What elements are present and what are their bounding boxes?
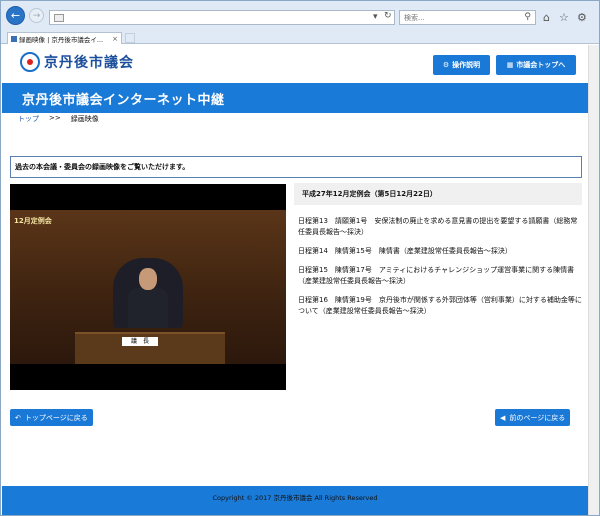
- breadcrumb-top-link[interactable]: トップ: [18, 114, 39, 124]
- site-logo[interactable]: 京丹後市議会: [20, 52, 134, 72]
- home-icon[interactable]: ⌂: [543, 11, 550, 24]
- agenda-item[interactable]: 日程第13 請願第1号 安保法制の廃止を求める意見書の提出を要望する請願書（総務…: [298, 216, 582, 238]
- breadcrumb: トップ >> 録画映像: [18, 114, 99, 124]
- council-top-button[interactable]: ▦ 市議会トップへ: [496, 55, 576, 75]
- tab-favicon-icon: [11, 35, 17, 42]
- address-bar[interactable]: ▾ ↻: [49, 10, 395, 25]
- breadcrumb-current: 録画映像: [70, 115, 99, 123]
- gear-icon: ⚙: [442, 61, 450, 69]
- agenda-item[interactable]: 日程第15 陳情第17号 アミティにおけるチャレンジショップ運営事業に関する陳情…: [298, 265, 582, 287]
- video-caption: 12月定例会: [14, 217, 52, 225]
- forward-arrow-icon[interactable]: →: [29, 8, 44, 23]
- site-header: 京丹後市議会 ⚙ 操作説明 ▦ 市議会トップへ: [2, 45, 588, 81]
- video-letterbox-bottom: [10, 364, 286, 390]
- nameplate: 議 長: [122, 337, 158, 346]
- speaker-figure: [128, 268, 168, 328]
- agenda-item[interactable]: 日程第16 陳情第19号 京丹後市が関係する外郭団体等（営利事業）に対する補助金…: [298, 295, 582, 317]
- left-triangle-icon: ◀: [500, 413, 506, 422]
- speaker-head: [139, 268, 157, 290]
- back-page-button[interactable]: ◀ 前のページに戻る: [495, 409, 571, 426]
- notice-box: 過去の本会議・委員会の録画映像をご覧いただけます。: [10, 156, 582, 178]
- dropdown-icon[interactable]: ▾: [373, 12, 378, 22]
- new-tab-button[interactable]: [125, 33, 135, 43]
- agenda-list: 日程第13 請願第1号 安保法制の廃止を求める意見書の提出を要望する請願書（総務…: [298, 216, 582, 325]
- tab-current[interactable]: 録画映像 | 京丹後市議会イ... ×: [7, 32, 122, 44]
- search-icon[interactable]: ⚲: [524, 12, 531, 22]
- close-tab-icon[interactable]: ×: [112, 35, 118, 43]
- browser-window: ← → ▾ ↻ 検索... ⚲ ⌂ ☆ ⚙ 録画映像 | 京丹後市議会イ... …: [0, 0, 600, 516]
- refresh-icon[interactable]: ↻: [384, 11, 392, 21]
- favorites-star-icon[interactable]: ☆: [559, 11, 569, 24]
- session-title: 平成27年12月定例会（第5日12月22日）: [294, 183, 582, 205]
- breadcrumb-separator: >>: [49, 114, 61, 122]
- speaker-body: [128, 288, 168, 328]
- scrollbar[interactable]: [588, 45, 599, 515]
- web-page: 京丹後市議会 ⚙ 操作説明 ▦ 市議会トップへ 京丹後市議会インターネット中継 …: [2, 45, 588, 515]
- video-player[interactable]: 12月定例会 議 長: [10, 184, 286, 390]
- logo-text: 京丹後市議会: [44, 55, 134, 71]
- manual-button[interactable]: ⚙ 操作説明: [433, 55, 490, 75]
- video-letterbox-top: [10, 184, 286, 210]
- tab-strip: 録画映像 | 京丹後市議会イ... ×: [1, 31, 599, 44]
- to-top-page-button[interactable]: ↶ トップページに戻る: [10, 409, 93, 426]
- search-input[interactable]: 検索... ⚲: [399, 10, 536, 25]
- agenda-item[interactable]: 日程第14 陳情第15号 陳情書（産業建設常任委員長報告～採決）: [298, 246, 582, 257]
- back-arrow-icon[interactable]: ←: [6, 6, 25, 25]
- return-arrow-icon: ↶: [15, 413, 21, 422]
- page-title: 京丹後市議会インターネット中継: [2, 83, 588, 113]
- chart-icon: ▦: [506, 61, 514, 69]
- site-footer: Copyright © 2017 京丹後市議会 All Rights Reser…: [2, 486, 588, 515]
- city-emblem-icon: [20, 52, 40, 72]
- settings-gear-icon[interactable]: ⚙: [577, 11, 587, 24]
- browser-toolbar: ← → ▾ ↻ 検索... ⚲ ⌂ ☆ ⚙: [1, 1, 599, 31]
- page-favicon-icon: [54, 13, 64, 22]
